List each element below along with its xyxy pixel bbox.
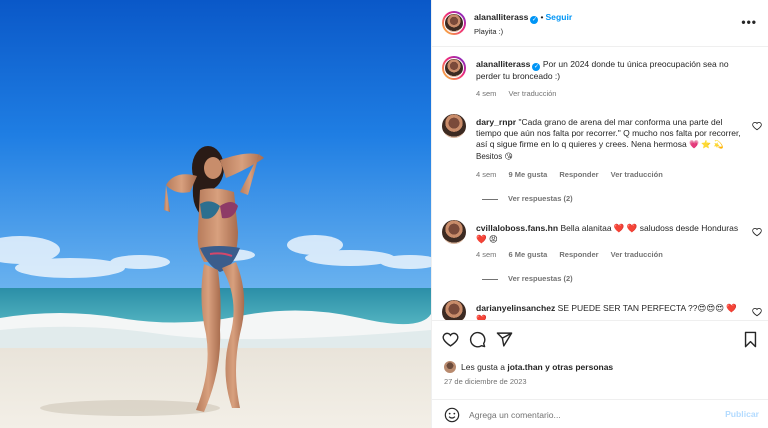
author-avatar[interactable] [442,11,466,35]
heart-icon[interactable] [442,331,459,348]
caption-translate-link[interactable]: Ver traducción [509,89,557,98]
post-location[interactable]: Playita :) [474,27,503,36]
author-line: alanalliterass ✓ • Seguir [474,12,572,24]
follow-button[interactable]: Seguir [545,12,572,22]
share-icon[interactable] [496,331,513,348]
author-username[interactable]: alanalliterass [474,12,528,22]
comment-body: dary_rnpr "Cada grano de arena del mar c… [476,117,746,162]
comment-input[interactable] [469,407,709,423]
commenter-avatar[interactable] [442,220,466,244]
verified-badge-icon: ✓ [532,63,541,71]
comment-username[interactable]: dary_rnpr [476,117,516,127]
caption-avatar[interactable] [442,56,466,80]
comment-username[interactable]: cvillaloboss.fans.hn [476,223,558,233]
comment-likes[interactable]: 6 Me gusta [509,250,548,259]
beach-photo [0,0,431,428]
heart-icon[interactable] [752,307,762,317]
comment-body: darianyelinsanchez SE PUEDE SER TAN PERF… [476,303,746,320]
commenter-avatar[interactable] [442,300,466,320]
post-date: 27 de diciembre de 2023 [444,377,527,386]
caption-body: alanalliterass ✓ Por un 2024 donde tu úni… [476,59,746,82]
separator-dot: • [540,12,544,22]
likes-summary[interactable]: Les gusta a jota.than y otras personas [444,361,613,373]
comment-icon[interactable] [469,331,486,348]
caption-meta: 4 sem Ver traducción [476,89,566,98]
reply-button[interactable]: Responder [559,250,598,259]
comment-age: 4 sem [476,250,497,259]
verified-badge-icon: ✓ [530,16,539,24]
comment-body: cvillaloboss.fans.hn Bella alanitaa ❤️ ❤… [476,223,746,245]
translate-link[interactable]: Ver traducción [611,170,663,179]
comment-meta: 4 sem 6 Me gusta Responder Ver traducció… [476,250,673,259]
comment-likes[interactable]: 9 Me gusta [509,170,548,179]
caption-age: 4 sem [476,89,497,98]
comment-item: cvillaloboss.fans.hn Bella alanitaa ❤️ ❤… [442,220,762,290]
liker-avatar [444,361,456,373]
post-panel: alanalliterass ✓ • Seguir Playita :) ••• al… [431,0,768,428]
comment-item: darianyelinsanchez SE PUEDE SER TAN PERF… [442,300,762,320]
comments-list[interactable]: alanalliterass ✓ Por un 2024 donde tu úni… [432,48,768,320]
reply-button[interactable]: Responder [559,170,598,179]
comment-username[interactable]: darianyelinsanchez [476,303,555,313]
heart-icon[interactable] [752,121,762,131]
commenter-avatar[interactable] [442,114,466,138]
heart-icon[interactable] [752,227,762,237]
likes-user[interactable]: jota.than [507,362,542,372]
more-options-icon[interactable]: ••• [741,15,757,29]
comment-meta: 4 sem 9 Me gusta Responder Ver traducció… [476,170,673,179]
comment-age: 4 sem [476,170,497,179]
caption: alanalliterass ✓ Por un 2024 donde tu úni… [442,56,762,104]
likes-prefix: Les gusta a [461,362,505,372]
post-photo[interactable] [0,0,431,428]
post-header: alanalliterass ✓ • Seguir Playita :) ••• [432,0,768,47]
publish-button[interactable]: Publicar [725,409,759,419]
caption-username[interactable]: alanalliterass [476,59,530,69]
comment-composer: Publicar [432,399,768,428]
view-replies-button[interactable]: Ver respuestas (2) [482,274,573,283]
comment-item: dary_rnpr "Cada grano de arena del mar c… [442,114,762,214]
emoji-icon[interactable] [444,407,460,423]
likes-suffix[interactable]: y otras personas [545,362,613,372]
translate-link[interactable]: Ver traducción [611,250,663,259]
view-replies-button[interactable]: Ver respuestas (2) [482,194,573,203]
save-icon[interactable] [742,331,759,348]
post-actions: Les gusta a jota.than y otras personas 2… [432,320,768,428]
